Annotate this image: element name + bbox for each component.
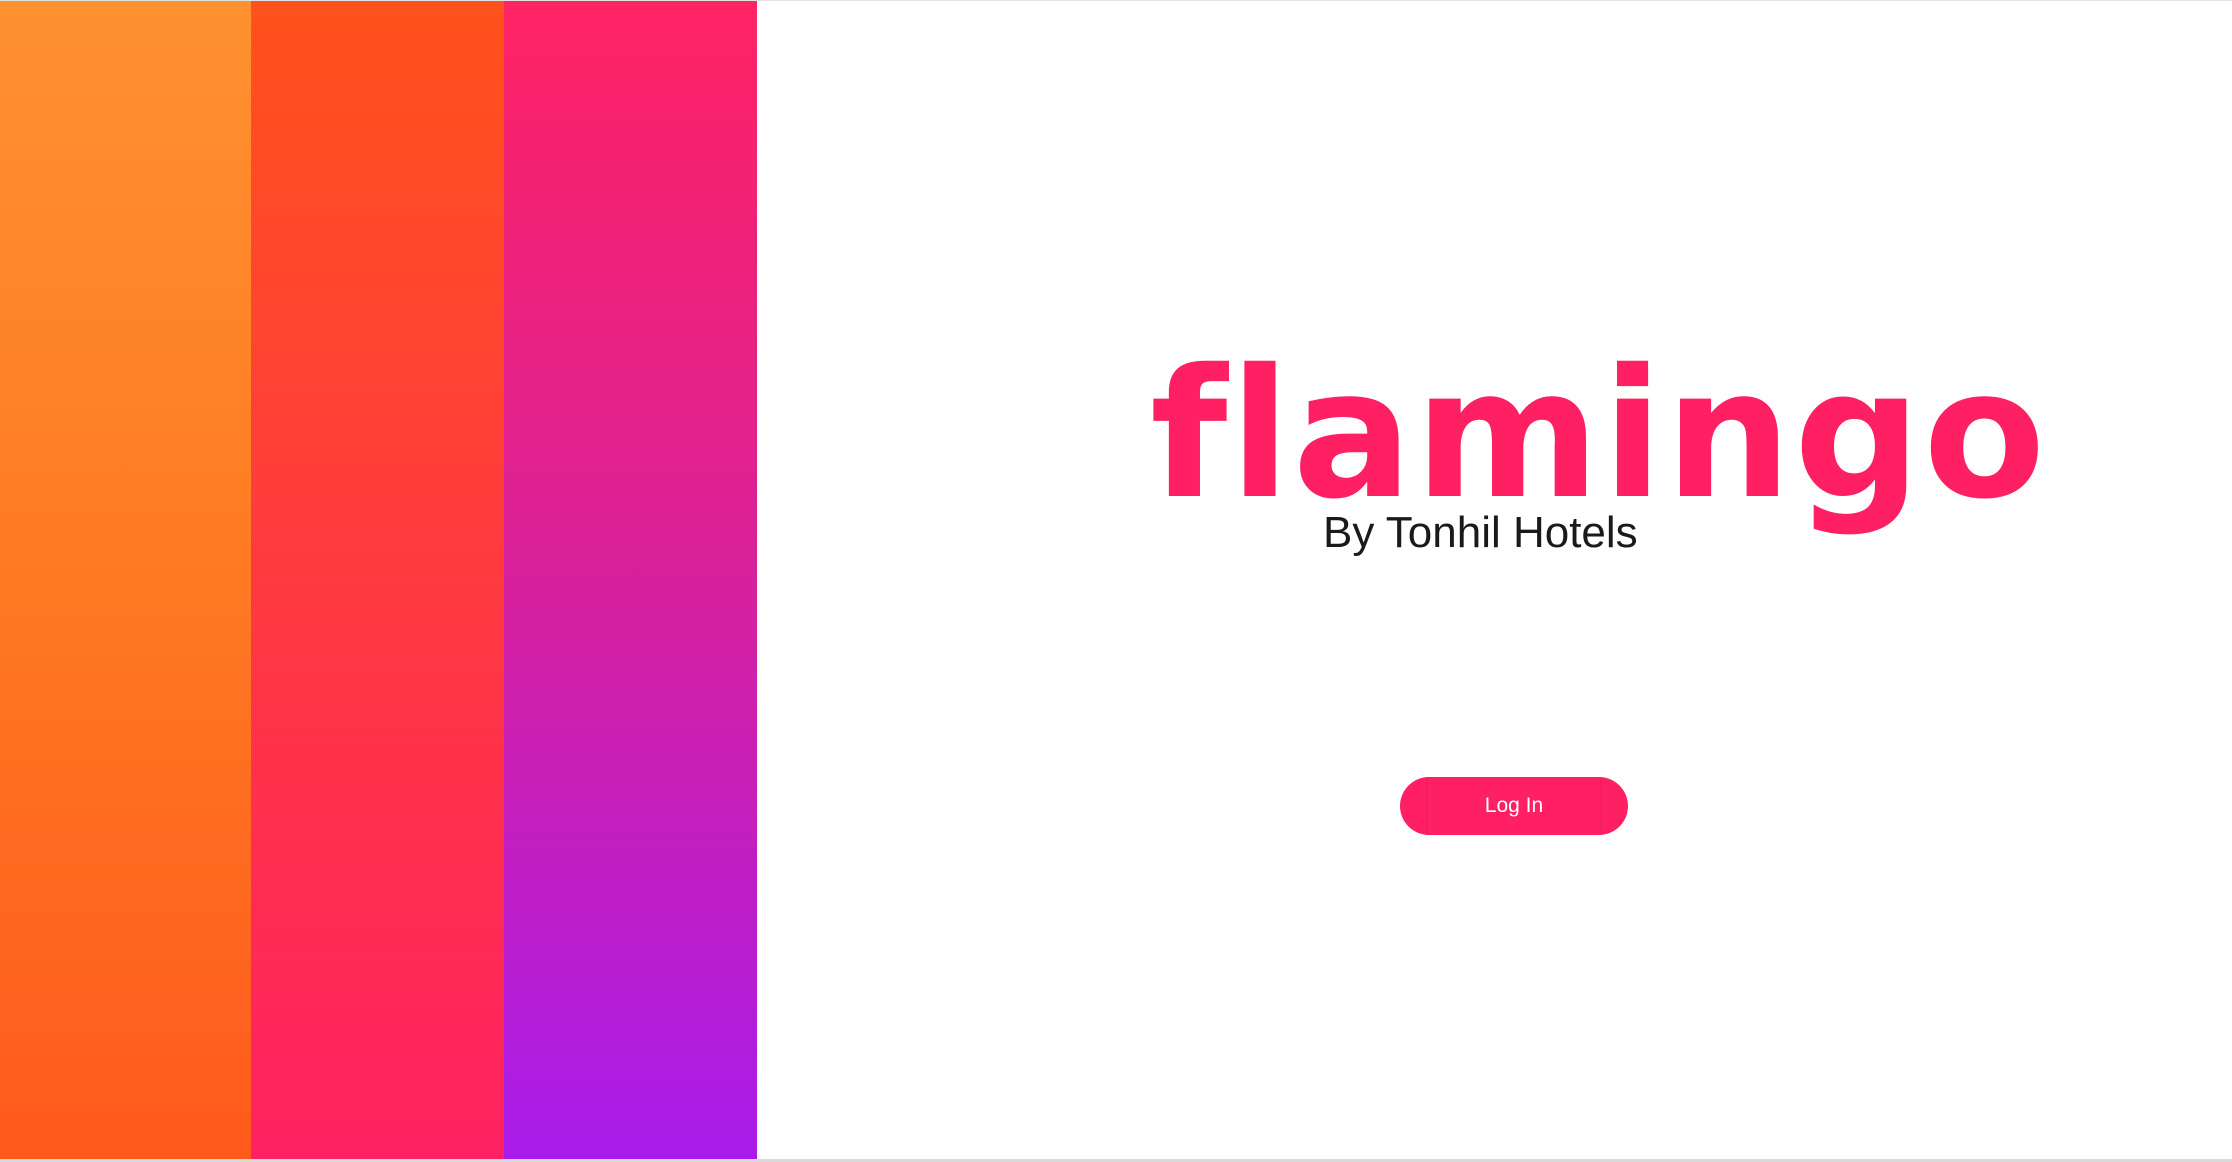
login-button[interactable]: Log In xyxy=(1400,777,1628,835)
brand-logo: flamingo xyxy=(1150,331,2048,538)
brand-block: flamingo By Tonhil Hotels xyxy=(1150,346,2045,576)
orange-stripe xyxy=(0,1,251,1159)
landing-page: flamingo By Tonhil Hotels Log In xyxy=(0,0,2232,1162)
magenta-stripe xyxy=(504,1,757,1159)
decorative-stripes xyxy=(0,1,757,1159)
red-stripe xyxy=(251,1,504,1159)
brand-tagline: By Tonhil Hotels xyxy=(1323,508,1638,557)
